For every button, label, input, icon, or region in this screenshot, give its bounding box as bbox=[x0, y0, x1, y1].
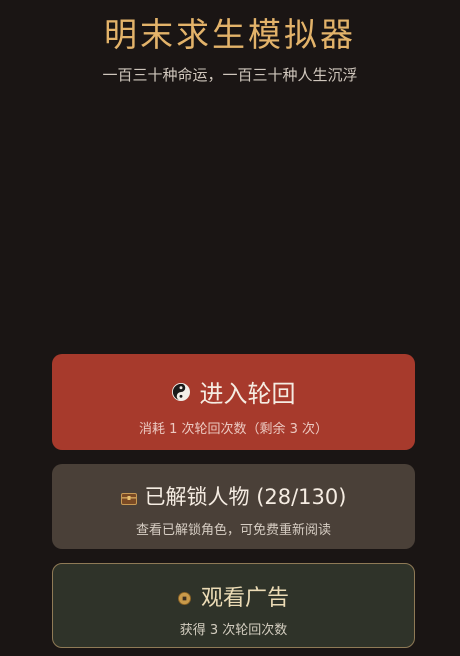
yin-yang-icon bbox=[171, 382, 190, 401]
enter-reincarnation-button[interactable]: 进入轮回 消耗 1 次轮回次数（剩余 3 次） bbox=[52, 354, 415, 450]
watch-ad-label: 观看广告 bbox=[200, 586, 289, 611]
watch-ad-header: 观看广告 bbox=[53, 580, 414, 612]
enter-reincarnation-header: 进入轮回 bbox=[52, 374, 415, 409]
page-title: 明末求生模拟器 bbox=[104, 15, 356, 54]
unlocked-characters-label: 已解锁人物 (28/130) bbox=[144, 485, 347, 509]
treasure-chest-icon bbox=[120, 490, 137, 505]
watch-ad-button[interactable]: 观看广告 获得 3 次轮回次数 bbox=[52, 563, 415, 648]
unlocked-characters-header: 已解锁人物 (28/130) bbox=[52, 481, 415, 511]
page-subtitle: 一百三十种命运，一百三十种人生沉浮 bbox=[102, 66, 358, 84]
watch-ad-reward-text: 获得 3 次轮回次数 bbox=[179, 623, 288, 638]
unlocked-characters-button[interactable]: 已解锁人物 (28/130) 查看已解锁角色，可免费重新阅读 bbox=[52, 464, 415, 549]
enter-reincarnation-label: 进入轮回 bbox=[199, 380, 296, 408]
unlocked-characters-description: 查看已解锁角色，可免费重新阅读 bbox=[135, 523, 331, 538]
enter-reincarnation-cost-text: 消耗 1 次轮回次数（剩余 3 次） bbox=[138, 422, 329, 437]
coin-icon bbox=[177, 590, 191, 605]
